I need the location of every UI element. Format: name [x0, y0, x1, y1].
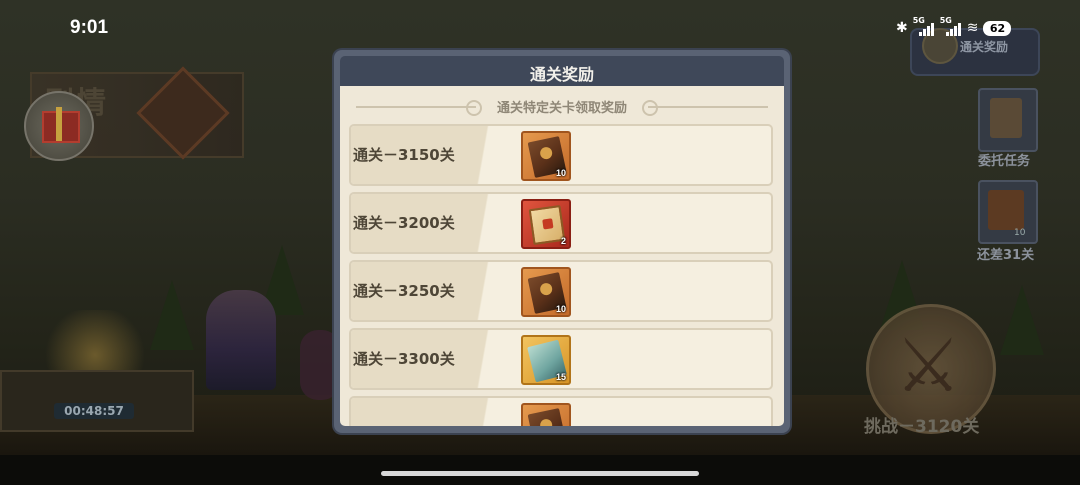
ornament-right — [648, 106, 768, 108]
skill-book-icon — [527, 408, 567, 426]
stage-label: 通关－3300关 — [353, 350, 455, 368]
stage-reward-dialog: 通关奖励 通关特定关卡领取奖励 通关－3150关 10 通关－3200关 2 通… — [334, 50, 790, 433]
network-type-b: 5G — [939, 16, 952, 25]
idle-timer: 00:48:57 — [54, 403, 134, 419]
scroll-board-icon — [990, 98, 1022, 138]
subtitle-row: 通关特定关卡领取奖励 — [340, 90, 784, 120]
status-time: 9:01 — [70, 17, 109, 38]
next-reward-count: 10 — [1014, 228, 1026, 238]
item-count: 15 — [555, 372, 566, 382]
reward-item-slot[interactable]: 15 — [521, 335, 571, 385]
ornament-knot — [642, 100, 658, 116]
bottom-bar — [0, 455, 1080, 485]
home-indicator[interactable] — [381, 471, 699, 476]
reward-row: 通关－3250关 10 — [349, 260, 773, 322]
tree-decoration — [150, 280, 194, 350]
item-count: 2 — [560, 236, 566, 246]
network-type-a: 5G — [912, 16, 925, 25]
stage-reward-label: 通关奖励 — [960, 40, 1009, 54]
reward-row: 通关－3200关 2 — [349, 192, 773, 254]
signal-icon: 5G — [913, 16, 935, 36]
gift-button[interactable] — [24, 91, 94, 161]
dialog-title: 通关奖励 — [529, 65, 594, 84]
item-count: 10 — [555, 304, 566, 314]
wifi-icon: ≋ — [966, 20, 979, 36]
treasure-chest-icon — [528, 204, 566, 246]
row-label-background — [351, 398, 501, 426]
stage-label: 通关－3250关 — [353, 282, 455, 300]
stage-label: 通关－3200关 — [353, 214, 455, 232]
status-icons: ✱ 5G 5G ≋ 62 — [896, 16, 1012, 38]
reward-row: 通关－3300关 15 — [349, 328, 773, 390]
reward-item-slot[interactable]: 10 — [521, 267, 571, 317]
bluetooth-icon: ✱ — [896, 20, 908, 36]
idle-timer-panel[interactable] — [0, 370, 194, 432]
remaining-stages-label: 还差31关 — [977, 248, 1035, 263]
battery-icon: 62 — [983, 20, 1012, 36]
crossed-swords-icon: ⚔ — [894, 323, 962, 409]
reward-row — [349, 396, 773, 426]
skill-book-icon — [988, 190, 1024, 230]
challenge-label: 挑战－3120关 — [864, 417, 980, 437]
hero-character — [206, 290, 276, 390]
reward-item-slot[interactable]: 2 — [521, 199, 571, 249]
task-label: 委托任务 — [978, 154, 1031, 169]
tree-decoration — [1000, 285, 1044, 355]
item-count: 10 — [555, 168, 566, 178]
gift-ribbon — [56, 107, 62, 141]
dialog-body[interactable]: 通关特定关卡领取奖励 通关－3150关 10 通关－3200关 2 通关－325… — [340, 86, 784, 426]
stage-label: 通关－3150关 — [353, 146, 455, 164]
reward-row: 通关－3150关 10 — [349, 124, 773, 186]
dialog-header: 通关奖励 — [340, 56, 784, 86]
reward-item-slot[interactable]: 10 — [521, 131, 571, 181]
reward-item-slot[interactable] — [521, 403, 571, 426]
signal-icon: 5G — [940, 16, 962, 36]
